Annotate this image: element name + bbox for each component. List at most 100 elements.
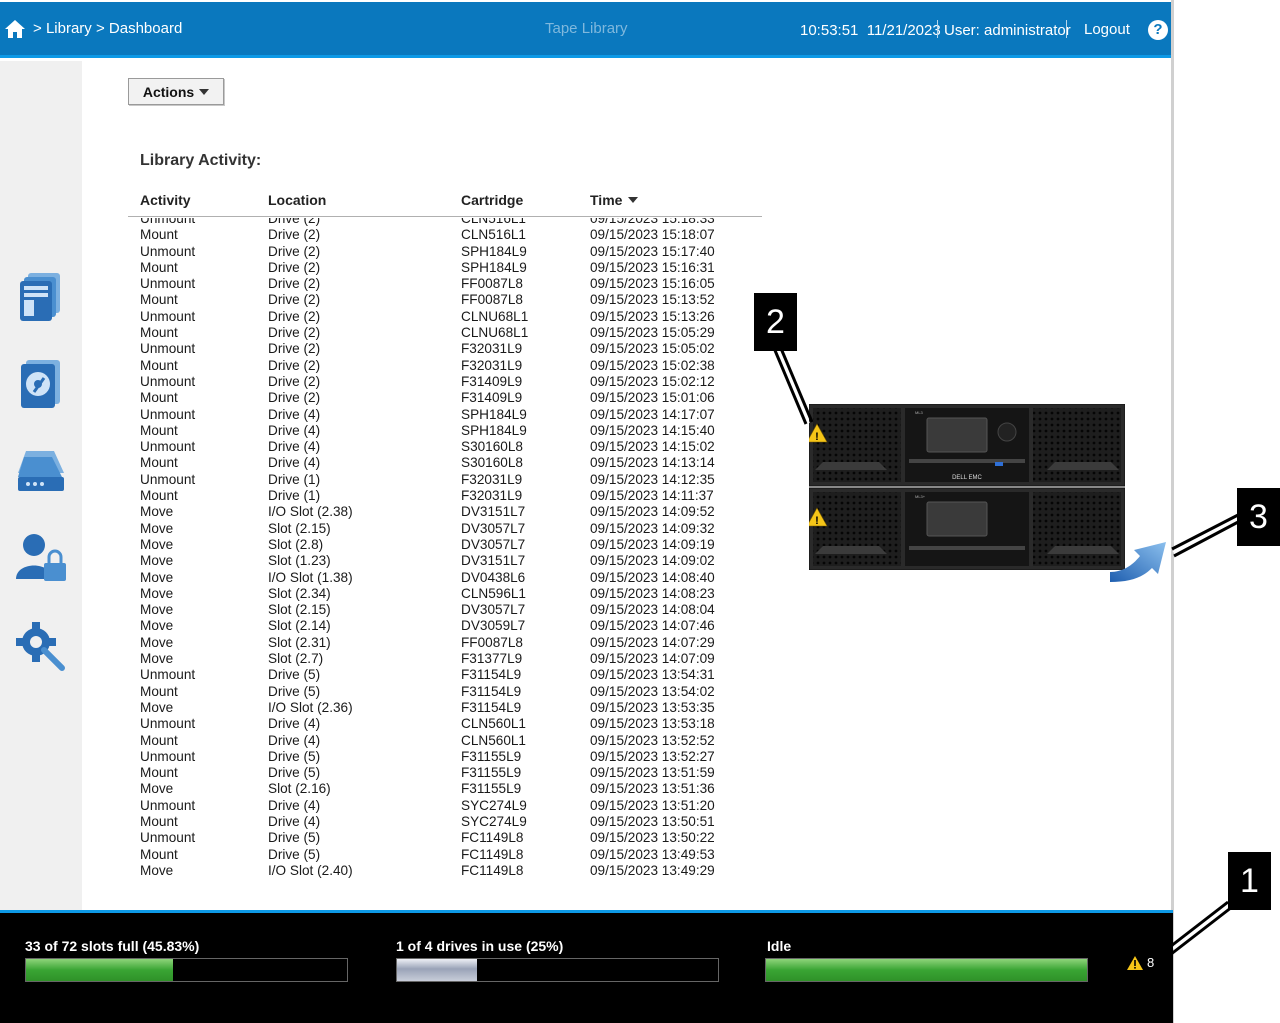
breadcrumb: > Library > Dashboard xyxy=(33,20,182,37)
drives-progress-fill xyxy=(397,959,478,981)
activity-cell: Unmount xyxy=(140,439,196,455)
table-row[interactable]: Mount Drive (4) S30160L8 09/15/2023 14:13:1… xyxy=(128,455,762,471)
expand-arrow-icon[interactable] xyxy=(1110,542,1166,582)
table-row[interactable]: Move Slot (2.15) DV3057L7 09/15/2023 14:08:… xyxy=(128,602,762,618)
brand-logo: DELL EMC xyxy=(952,475,982,481)
table-row[interactable]: Mount Drive (2) FF0087L8 09/15/2023 15:13:5… xyxy=(128,292,762,308)
activity-cell: Move xyxy=(140,699,174,715)
table-row[interactable]: Move Slot (1.23) DV3151L7 09/15/2023 14:09:… xyxy=(128,553,762,569)
table-row[interactable]: Unmount Drive (2) F32031L9 09/15/2023 15:05… xyxy=(128,341,762,357)
home-icon[interactable] xyxy=(4,18,26,40)
table-row[interactable]: Move I/O Slot (2.38) DV3151L7 09/15/2023 14… xyxy=(128,504,762,520)
slots-progress-bar xyxy=(25,958,348,982)
time-cell: 09/15/2023 14:09:02 xyxy=(590,553,715,569)
table-row[interactable]: Move Slot (2.7) F31377L9 09/15/2023 14:07:0… xyxy=(128,651,762,667)
table-row[interactable]: Mount Drive (5) F31154L9 09/15/2023 13:54:0… xyxy=(128,684,762,700)
time-cell: 09/15/2023 15:16:05 xyxy=(590,276,715,292)
table-row[interactable]: Mount Drive (4) SYC274L9 09/15/2023 13:50:5… xyxy=(128,814,762,830)
activity-cell: Mount xyxy=(140,227,178,243)
settings-icon[interactable] xyxy=(14,618,68,672)
activity-cell: Mount xyxy=(140,292,178,308)
location-cell: Slot (2.16) xyxy=(268,781,331,797)
time-cell: 09/15/2023 14:07:09 xyxy=(590,651,715,667)
actions-button[interactable]: Actions xyxy=(128,78,224,105)
library-icon[interactable] xyxy=(14,269,68,323)
sidebar xyxy=(0,61,82,911)
table-row[interactable]: Mount Drive (5) FC1149L8 09/15/2023 13:49:5… xyxy=(128,847,762,863)
breadcrumb-library[interactable]: Library xyxy=(46,20,92,37)
logout-link[interactable]: Logout xyxy=(1084,21,1130,38)
activity-cell: Move xyxy=(140,618,174,634)
storage-icon[interactable] xyxy=(14,443,68,497)
table-row[interactable]: Move Slot (2.15) DV3057L7 09/15/2023 14:09:… xyxy=(128,521,762,537)
table-row[interactable]: Move Slot (2.34) CLN596L1 09/15/2023 14:08:… xyxy=(128,586,762,602)
table-row[interactable]: Unmount Drive (4) CLN560L1 09/15/2023 13:53… xyxy=(128,716,762,732)
activity-cell: Unmount xyxy=(140,341,196,357)
column-cartridge[interactable]: Cartridge xyxy=(461,192,523,208)
chevron-down-icon xyxy=(199,88,210,95)
user-security-icon[interactable] xyxy=(14,531,68,585)
activity-cell: Unmount xyxy=(140,373,196,389)
table-row[interactable]: Mount Drive (5) F31155L9 09/15/2023 13:51:5… xyxy=(128,765,762,781)
table-row[interactable]: Unmount Drive (5) F31154L9 09/15/2023 13:54… xyxy=(128,667,762,683)
table-row[interactable]: Move Slot (2.8) DV3057L7 09/15/2023 14:09:1… xyxy=(128,537,762,553)
table-row[interactable]: Mount Drive (2) SPH184L9 09/15/2023 15:16:3… xyxy=(128,260,762,276)
time-cell: 09/15/2023 15:02:38 xyxy=(590,357,715,373)
activity-table-body[interactable]: Unmount Drive (2) CLN516L1 09/15/2023 15:18… xyxy=(128,218,762,882)
table-row[interactable]: Unmount Drive (1) F32031L9 09/15/2023 14:12… xyxy=(128,472,762,488)
table-row[interactable]: Mount Drive (4) CLN560L1 09/15/2023 13:52:5… xyxy=(128,733,762,749)
table-row[interactable]: Mount Drive (2) F31409L9 09/15/2023 15:01:0… xyxy=(128,390,762,406)
table-row[interactable]: Move I/O Slot (1.38) DV0438L6 09/15/2023 14… xyxy=(128,570,762,586)
location-cell: Drive (2) xyxy=(268,292,321,308)
time-cell: 09/15/2023 13:53:18 xyxy=(590,716,715,732)
time-cell: 09/15/2023 14:17:07 xyxy=(590,406,715,422)
tape-library-image[interactable]: DELL EMC ML3 ML3+ ! ! xyxy=(809,404,1125,570)
table-row[interactable]: Unmount Drive (5) FC1149L8 09/15/2023 13:50… xyxy=(128,830,762,846)
breadcrumb-dashboard[interactable]: Dashboard xyxy=(109,20,182,37)
table-row[interactable]: Unmount Drive (4) SPH184L9 09/15/2023 14:17… xyxy=(128,407,762,423)
activity-cell: Move xyxy=(140,862,174,878)
time-cell: 09/15/2023 15:16:31 xyxy=(590,259,715,275)
table-row[interactable]: Move Slot (2.14) DV3059L7 09/15/2023 14:07:… xyxy=(128,618,762,634)
header-divider xyxy=(937,20,938,38)
table-row[interactable]: Unmount Drive (4) S30160L8 09/15/2023 14:15… xyxy=(128,439,762,455)
time-cell: 09/15/2023 14:09:52 xyxy=(590,504,715,520)
help-icon[interactable]: ? xyxy=(1148,20,1168,40)
column-location[interactable]: Location xyxy=(268,192,326,208)
cartridge-cell: F31155L9 xyxy=(461,781,522,797)
table-row[interactable]: Unmount Drive (4) SYC274L9 09/15/2023 13:51… xyxy=(128,798,762,814)
table-row[interactable]: Unmount Drive (2) F31409L9 09/15/2023 15:02… xyxy=(128,374,762,390)
location-cell: Drive (4) xyxy=(268,422,321,438)
table-row[interactable]: Unmount Drive (2) SPH184L9 09/15/2023 15:17… xyxy=(128,244,762,260)
clock: 10:53:51 11/21/2023 xyxy=(800,22,941,39)
table-row[interactable]: Mount Drive (2) F32031L9 09/15/2023 15:02:3… xyxy=(128,358,762,374)
time-cell: 09/15/2023 14:09:19 xyxy=(590,536,715,552)
table-row[interactable]: Unmount Drive (2) FF0087L8 09/15/2023 15:16… xyxy=(128,276,762,292)
activity-cell: Mount xyxy=(140,357,178,373)
table-row[interactable]: Mount Drive (2) CLNU68L1 09/15/2023 15:05:2… xyxy=(128,325,762,341)
table-row[interactable]: Mount Drive (4) SPH184L9 09/15/2023 14:15:4… xyxy=(128,423,762,439)
location-cell: I/O Slot (2.38) xyxy=(268,504,353,520)
table-row[interactable]: Unmount Drive (2) CLNU68L1 09/15/2023 15:13… xyxy=(128,309,762,325)
table-row[interactable]: Move I/O Slot (2.40) FC1149L8 09/15/2023 13… xyxy=(128,863,762,879)
table-row[interactable]: Mount Drive (1) F32031L9 09/15/2023 14:11:3… xyxy=(128,488,762,504)
location-cell: Drive (4) xyxy=(268,455,321,471)
activity-cell: Unmount xyxy=(140,830,196,846)
table-row[interactable]: Unmount Drive (2) CLN516L1 09/15/2023 15:18… xyxy=(128,218,762,227)
cartridge-cell: F32031L9 xyxy=(461,488,523,504)
activity-cell: Move xyxy=(140,634,174,650)
table-row[interactable]: Mount Drive (2) CLN516L1 09/15/2023 15:18:0… xyxy=(128,227,762,243)
table-row[interactable]: Move Slot (2.31) FF0087L8 09/15/2023 14:07:… xyxy=(128,635,762,651)
drive-icon[interactable] xyxy=(14,356,68,410)
table-row[interactable]: Move I/O Slot (2.36) F31154L9 09/15/2023 13… xyxy=(128,700,762,716)
column-time[interactable]: Time xyxy=(590,192,639,208)
table-row[interactable]: Unmount Drive (5) F31155L9 09/15/2023 13:52… xyxy=(128,749,762,765)
location-cell: Drive (5) xyxy=(268,667,321,683)
drives-status-label: 1 of 4 drives in use (25%) xyxy=(396,938,564,954)
column-activity[interactable]: Activity xyxy=(140,192,191,208)
robot-status-fill xyxy=(766,959,1087,981)
app-window: > Library > Dashboard Tape Library 10:53… xyxy=(0,0,1280,1023)
table-row[interactable]: Move Slot (2.16) F31155L9 09/15/2023 13:51:… xyxy=(128,781,762,797)
cartridge-cell: SPH184L9 xyxy=(461,243,527,259)
alerts-indicator[interactable]: 8 xyxy=(1127,955,1154,970)
